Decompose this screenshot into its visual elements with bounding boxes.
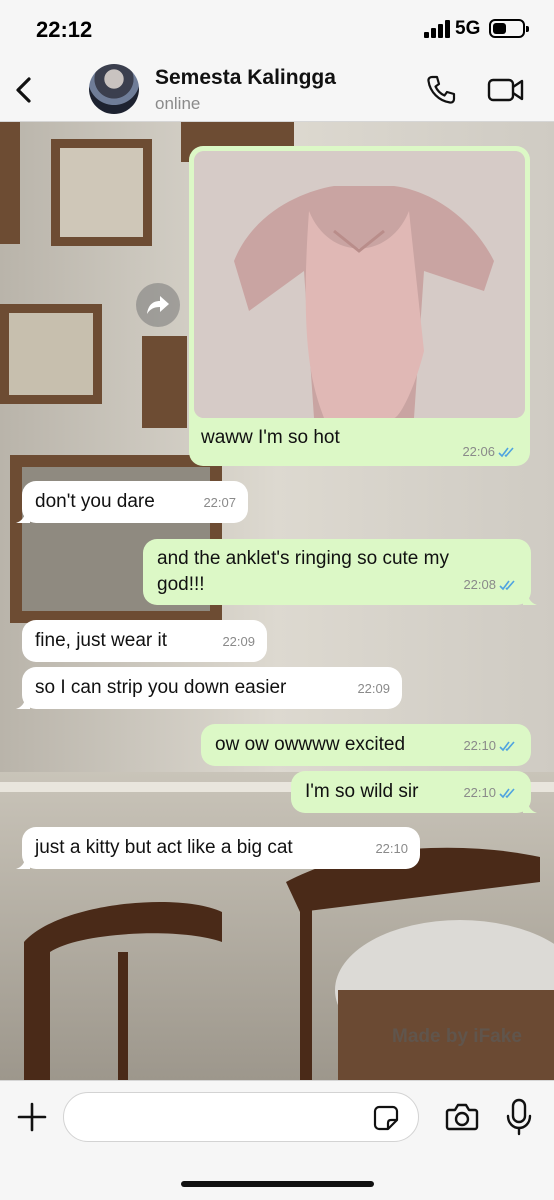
- sticker-icon: [373, 1105, 399, 1131]
- message-meta: 22:10: [463, 780, 519, 806]
- bubble-tail: [523, 799, 537, 813]
- message-input[interactable]: [63, 1092, 419, 1142]
- message-time: 22:10: [375, 841, 408, 856]
- message-text: fine, just wear it: [35, 630, 167, 651]
- video-camera-icon: [487, 78, 524, 102]
- message-time: 22:09: [222, 634, 255, 649]
- voice-call-button[interactable]: [424, 73, 458, 107]
- camera-button[interactable]: [445, 1102, 479, 1132]
- forward-button[interactable]: [136, 283, 180, 327]
- shared-photo[interactable]: [194, 151, 525, 418]
- message-incoming[interactable]: don't you dare 22:07: [16, 481, 248, 523]
- message-text: I'm so wild sir: [305, 781, 419, 802]
- message-text: ow ow owwww excited: [215, 734, 406, 755]
- message-time: 22:08: [463, 577, 496, 592]
- chat-area[interactable]: waww I'm so hot 22:06 don't you dare 22:…: [0, 122, 554, 1080]
- home-indicator[interactable]: [181, 1181, 374, 1187]
- message-time: 22:06: [462, 444, 495, 459]
- photo-caption: waww I'm so hot: [201, 427, 340, 448]
- message-incoming[interactable]: just a kitty but act like a big cat 22:1…: [16, 827, 420, 869]
- message-text: just a kitty but act like a big cat: [35, 837, 293, 858]
- battery-icon: [489, 19, 529, 38]
- message-meta: 22:08: [463, 572, 519, 598]
- chat-header: Semesta Kalingga online: [0, 58, 554, 122]
- phone-icon: [427, 75, 456, 104]
- message-incoming[interactable]: fine, just wear it 22:09: [22, 620, 267, 662]
- status-bar: 22:12 5G: [0, 0, 554, 58]
- message-outgoing[interactable]: I'm so wild sir 22:10: [291, 771, 537, 813]
- video-call-button[interactable]: [486, 74, 526, 106]
- camera-icon: [445, 1103, 479, 1131]
- contact-status: online: [155, 94, 201, 113]
- bubble-tail: [16, 695, 30, 709]
- read-ticks-icon: [499, 788, 515, 799]
- back-button[interactable]: [10, 72, 40, 108]
- status-time: 22:12: [36, 17, 93, 42]
- input-bar: [0, 1080, 554, 1200]
- message-outgoing[interactable]: ow ow owwww excited 22:10: [201, 724, 531, 766]
- read-ticks-icon: [498, 446, 514, 457]
- back-chevron-icon: [16, 77, 31, 103]
- signal-bars-icon: [424, 20, 450, 38]
- microphone-button[interactable]: [505, 1098, 533, 1136]
- message-text: don't you dare: [35, 491, 155, 512]
- bubble-tail: [16, 855, 30, 869]
- message-time: 22:07: [203, 495, 236, 510]
- avatar[interactable]: [89, 64, 139, 114]
- message-photo-outgoing[interactable]: waww I'm so hot 22:06: [189, 146, 530, 466]
- message-incoming[interactable]: so I can strip you down easier 22:09: [16, 667, 402, 709]
- message-time: 22:10: [463, 738, 496, 753]
- network-label: 5G: [455, 18, 481, 39]
- message-text-line: and the anklet's ringing so cute my: [157, 548, 449, 569]
- message-text: so I can strip you down easier: [35, 677, 287, 698]
- bubble-tail: [523, 591, 537, 605]
- microphone-icon: [506, 1098, 532, 1136]
- watermark: Made by iFake: [392, 1026, 522, 1047]
- sticker-button[interactable]: [373, 1105, 399, 1131]
- bubble-tail: [16, 509, 30, 523]
- read-ticks-icon: [499, 741, 515, 752]
- forward-arrow-icon: [147, 296, 169, 314]
- battery-level: [493, 23, 506, 34]
- message-time: 22:09: [357, 681, 390, 696]
- attach-button[interactable]: [16, 1101, 48, 1133]
- photo-image: [194, 151, 525, 418]
- message-outgoing[interactable]: and the anklet's ringing so cute my god!…: [143, 539, 537, 605]
- message-time: 22:10: [463, 785, 496, 800]
- read-ticks-icon: [499, 580, 515, 591]
- plus-icon: [17, 1102, 47, 1132]
- contact-name[interactable]: Semesta Kalingga: [155, 66, 336, 90]
- message-meta: 22:10: [463, 733, 519, 759]
- message-meta: 22:06: [462, 444, 518, 459]
